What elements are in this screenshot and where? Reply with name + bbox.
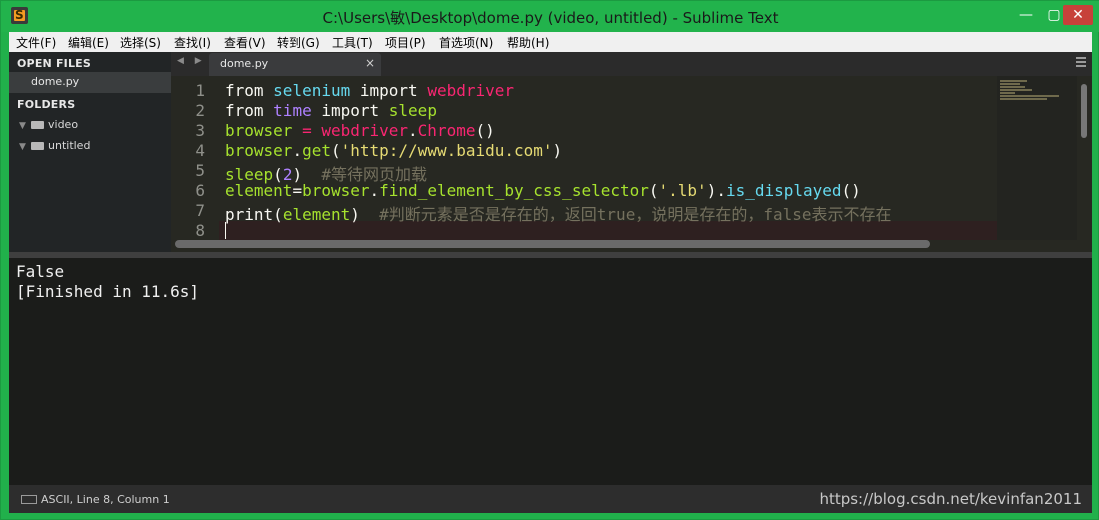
watermark: https://blog.csdn.net/kevinfan2011: [819, 490, 1082, 508]
disclosure-arrow-icon[interactable]: ▼: [19, 142, 29, 152]
menu-preferences[interactable]: 首选项(N): [439, 34, 493, 51]
minimap-line: [1000, 80, 1027, 82]
tab-bar: ◀ ▶ dome.py ×: [171, 52, 1092, 76]
line-number: 8: [195, 221, 205, 240]
minimize-button[interactable]: —: [1013, 5, 1039, 25]
minimap-line: [1000, 95, 1059, 97]
sidebar-folder-video[interactable]: ▼ video: [19, 118, 78, 131]
menu-view[interactable]: 查看(V): [224, 34, 266, 51]
minimap-line: [1000, 89, 1032, 91]
sidebar-folder-untitled[interactable]: ▼ untitled: [19, 139, 90, 152]
line-number: 2: [195, 101, 205, 120]
status-bar: ASCII, Line 8, Column 1 https://blog.csd…: [9, 485, 1092, 513]
folder-icon: [31, 142, 44, 150]
title-bar[interactable]: S C:\Users\敏\Desktop\dome.py (video, unt…: [1, 1, 1099, 32]
menu-find[interactable]: 查找(I): [174, 34, 211, 51]
tab-dome-py[interactable]: dome.py ×: [209, 53, 381, 76]
status-text: ASCII, Line 8, Column 1: [41, 493, 170, 506]
sidebar: OPEN FILES dome.py FOLDERS ▼ video ▼ untit…: [9, 52, 171, 252]
minimap[interactable]: [997, 76, 1077, 240]
horizontal-scrollbar[interactable]: [175, 240, 930, 248]
code-editor[interactable]: 1 2 3 4 5 6 7 8 from selenium import web…: [171, 76, 1092, 252]
code-line: print(element) #判断元素是否是存在的，返回true，说明是存在的…: [225, 205, 892, 224]
build-output-panel: False [Finished in 11.6s]: [9, 258, 1092, 485]
line-number: 3: [195, 121, 205, 140]
folder-icon: [31, 121, 44, 129]
tab-label: dome.py: [220, 57, 269, 70]
code-line: from selenium import webdriver: [225, 81, 515, 100]
output-line: False: [16, 262, 65, 281]
line-number: 5: [195, 161, 205, 180]
sublime-window: S C:\Users\敏\Desktop\dome.py (video, unt…: [0, 0, 1099, 520]
open-files-header: OPEN FILES: [17, 57, 92, 70]
folders-header: FOLDERS: [17, 98, 76, 111]
menu-edit[interactable]: 编辑(E): [68, 34, 109, 51]
close-window-button[interactable]: ✕: [1063, 5, 1093, 25]
disclosure-arrow-icon[interactable]: ▼: [19, 121, 29, 131]
tab-close-icon[interactable]: ×: [365, 56, 375, 70]
window-title: C:\Users\敏\Desktop\dome.py (video, untit…: [322, 9, 779, 27]
tab-nav-arrows-icon[interactable]: ◀ ▶: [177, 56, 206, 66]
line-number: 1: [195, 81, 205, 100]
menu-bar: 文件(F) 编辑(E) 选择(S) 查找(I) 查看(V) 转到(G) 工具(T…: [9, 32, 1092, 53]
code-line: element=browser.find_element_by_css_sele…: [225, 181, 861, 200]
minimap-line: [1000, 83, 1020, 85]
sidebar-open-file[interactable]: dome.py: [9, 72, 171, 93]
line-number-gutter: 1 2 3 4 5 6 7 8: [171, 76, 219, 252]
menu-goto[interactable]: 转到(G): [277, 34, 320, 51]
line-number: 4: [195, 141, 205, 160]
minimap-line: [1000, 98, 1047, 100]
menu-file[interactable]: 文件(F): [16, 34, 56, 51]
output-line: [Finished in 11.6s]: [16, 282, 200, 301]
text-caret: [225, 222, 226, 239]
line-number: 6: [195, 181, 205, 200]
folder-label: untitled: [48, 139, 91, 152]
code-line: browser.get('http://www.baidu.com'): [225, 141, 563, 160]
minimap-line: [1000, 92, 1015, 94]
minimap-line: [1000, 86, 1025, 88]
code-line: browser = webdriver.Chrome(): [225, 121, 495, 140]
open-file-label: dome.py: [31, 75, 80, 88]
folder-label: video: [48, 118, 79, 131]
vertical-scrollbar[interactable]: [1081, 84, 1087, 138]
tab-menu-icon[interactable]: [1076, 57, 1086, 67]
console-toggle-icon[interactable]: [21, 495, 37, 504]
line-number: 7: [195, 201, 205, 220]
code-line: from time import sleep: [225, 101, 437, 120]
menu-help[interactable]: 帮助(H): [507, 34, 549, 51]
menu-selection[interactable]: 选择(S): [120, 34, 161, 51]
menu-project[interactable]: 项目(P): [385, 34, 426, 51]
menu-tools[interactable]: 工具(T): [332, 34, 373, 51]
